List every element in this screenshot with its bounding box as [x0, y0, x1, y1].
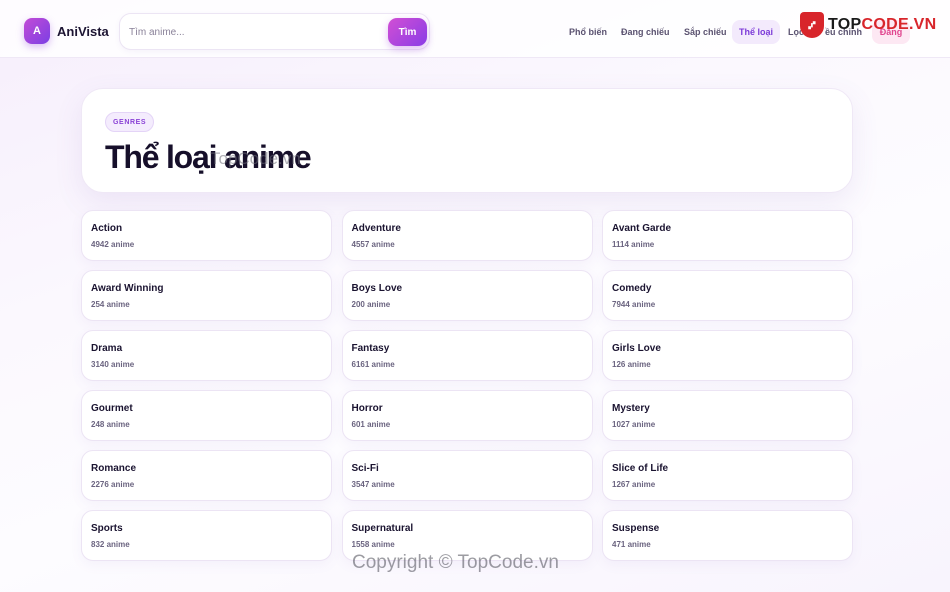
genre-card[interactable]: Suspense 471 anime — [602, 510, 853, 561]
genre-card[interactable]: Adventure 4557 anime — [341, 210, 593, 261]
genre-count: 832 anime — [91, 540, 130, 549]
genre-name: Gourmet — [91, 403, 133, 414]
watermark-overlay: TopCode.vn — [210, 149, 301, 168]
genre-name: Comedy — [612, 283, 652, 294]
genre-name: Boys Love — [351, 283, 403, 294]
genre-card[interactable]: Comedy 7944 anime — [602, 270, 853, 321]
genre-card[interactable]: Sports 832 anime — [81, 510, 332, 561]
genre-grid: Action 4942 anime Adventure 4557 anime Avant… — [81, 210, 853, 561]
nav-upcoming[interactable]: Sắp chiếu — [677, 20, 734, 44]
logo-icon[interactable]: A — [24, 18, 50, 44]
genre-name: Suspense — [612, 523, 660, 534]
genre-count: 248 anime — [91, 420, 130, 429]
genre-count: 1558 anime — [351, 540, 395, 549]
genre-name: Supernatural — [351, 523, 414, 534]
genre-card[interactable]: Avant Garde 1114 anime — [602, 210, 853, 261]
brand-name[interactable]: AniVista — [57, 24, 109, 39]
genre-count: 471 anime — [612, 540, 651, 549]
genre-card[interactable]: Slice of Life 1267 anime — [602, 450, 853, 501]
genre-count: 1027 anime — [612, 420, 656, 429]
genre-card[interactable]: Award Winning 254 anime — [81, 270, 332, 321]
page-hero-card: GENRES Thể loại anime TopCode.vn — [81, 88, 853, 193]
genre-name: Drama — [91, 343, 123, 354]
genre-count: 1114 anime — [612, 240, 655, 249]
genre-count: 254 anime — [91, 300, 130, 309]
genre-count: 3547 anime — [351, 480, 395, 489]
genre-count: 4942 anime — [91, 240, 135, 249]
genre-name: Sports — [91, 523, 123, 534]
genre-count: 2276 anime — [91, 480, 135, 489]
genre-card[interactable]: Drama 3140 anime — [81, 330, 332, 381]
top-navbar: A AniVista Tìm Phổ biến Đang chiếu Sắp c… — [0, 0, 950, 58]
watermark-logo: ⑇ TOPCODE.VN — [800, 11, 937, 39]
genre-count: 601 anime — [351, 420, 391, 429]
genre-name: Horror — [351, 403, 383, 414]
genre-name: Award Winning — [91, 283, 164, 294]
nav-airing[interactable]: Đang chiếu — [614, 20, 677, 44]
search-button[interactable]: Tìm — [388, 18, 427, 46]
genre-name: Fantasy — [351, 343, 390, 354]
genre-card[interactable]: Action 4942 anime — [81, 210, 332, 261]
genre-card[interactable]: Girls Love 126 anime — [602, 330, 853, 381]
search-box: Tìm — [119, 13, 430, 50]
genre-count: 6161 anime — [351, 360, 395, 369]
nav-genres[interactable]: Thể loại — [732, 20, 781, 44]
genre-count: 126 anime — [612, 360, 651, 369]
genre-name: Girls Love — [612, 343, 661, 354]
genre-card[interactable]: Boys Love 200 anime — [341, 270, 593, 321]
genre-card[interactable]: Sci-Fi 3547 anime — [341, 450, 593, 501]
watermark-logo-text: TOPCODE.VN — [828, 16, 937, 34]
genre-name: Adventure — [351, 223, 401, 234]
genre-count: 4557 anime — [351, 240, 395, 249]
genre-count: 1267 anime — [612, 480, 656, 489]
genre-name: Action — [91, 223, 123, 234]
genre-name: Mystery — [612, 403, 650, 414]
nav-popular[interactable]: Phổ biến — [562, 20, 614, 44]
genre-card[interactable]: Fantasy 6161 anime — [341, 330, 593, 381]
watermark-text-prefix: TOP — [828, 16, 862, 33]
genre-name: Slice of Life — [612, 463, 669, 474]
genre-count: 3140 anime — [91, 360, 135, 369]
watermark-text-suffix: CODE.VN — [861, 16, 937, 33]
genre-count: 7944 anime — [612, 300, 656, 309]
genre-name: Romance — [91, 463, 137, 474]
genre-card[interactable]: Horror 601 anime — [341, 390, 593, 441]
watermark-shield-icon: ⑇ — [800, 12, 824, 38]
genre-card[interactable]: Mystery 1027 anime — [602, 390, 853, 441]
genre-card[interactable]: Gourmet 248 anime — [81, 390, 332, 441]
search-input[interactable] — [129, 24, 379, 40]
copyright-watermark: Copyright © TopCode.vn — [352, 552, 559, 573]
genre-name: Sci-Fi — [351, 463, 379, 474]
genre-count: 200 anime — [351, 300, 391, 309]
section-chip: GENRES — [105, 112, 155, 132]
genre-card[interactable]: Romance 2276 anime — [81, 450, 332, 501]
genre-name: Avant Garde — [612, 223, 672, 234]
